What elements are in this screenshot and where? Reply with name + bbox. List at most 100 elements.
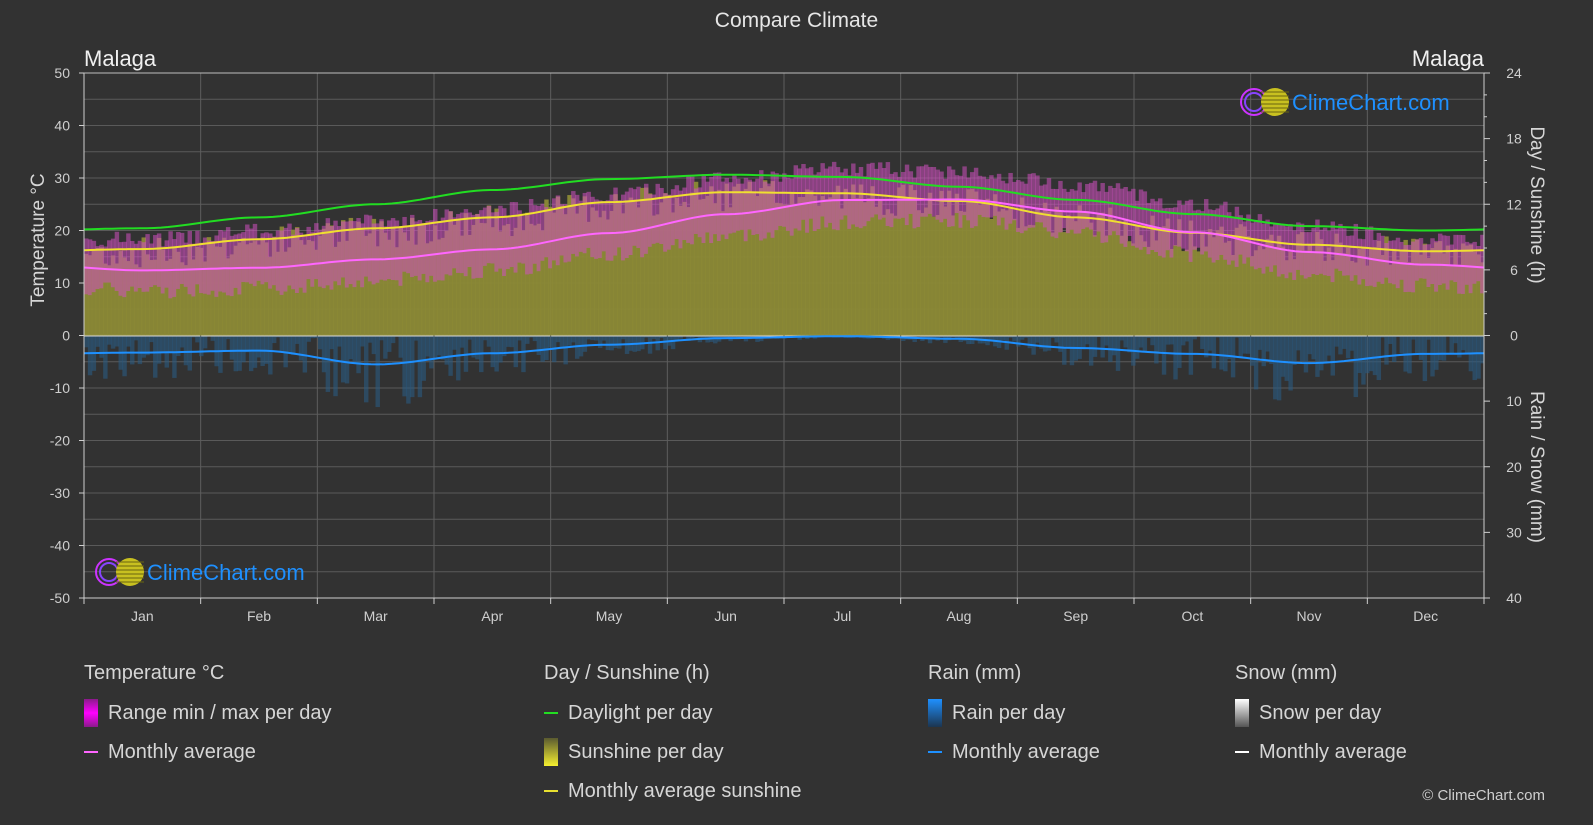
rain-bar <box>1384 336 1389 365</box>
sunshine-bar <box>1111 219 1117 336</box>
rain-bar <box>103 336 108 379</box>
temp-range-bar <box>716 172 722 242</box>
temp-range-bar <box>107 240 112 283</box>
temp-range-bar <box>1012 181 1017 221</box>
logo-text: ClimeChart.com <box>147 560 305 585</box>
sunshine-bar <box>1169 248 1174 336</box>
temp-range-bar <box>1399 241 1405 280</box>
temp-range-bar <box>187 230 192 295</box>
temp-range-bar <box>1227 212 1232 265</box>
sunshine-bar <box>1142 241 1148 336</box>
temp-range-bar <box>206 240 212 295</box>
rain-bar <box>609 336 614 351</box>
rain-bar <box>571 336 576 343</box>
temp-range-bar <box>513 202 519 273</box>
rain-bar <box>1134 336 1140 359</box>
temp-avg-line-icon <box>84 751 98 753</box>
temp-range-bar <box>425 220 430 283</box>
rain-bar <box>1050 336 1056 338</box>
rain-bar <box>1173 336 1178 380</box>
snow-avg-line-icon <box>1235 751 1249 753</box>
rain-bar <box>509 336 515 348</box>
y-right-top-axis-title: Day / Sunshine (h) <box>1526 126 1547 283</box>
temp-range-bar <box>881 168 887 218</box>
temp-range-bar <box>287 223 292 286</box>
x-tick-label: Jan <box>131 608 154 624</box>
rain-bar <box>1069 336 1075 366</box>
rain-bar <box>248 336 254 372</box>
rain-bar <box>1430 336 1435 377</box>
rain-bar <box>1200 336 1205 349</box>
sunshine-bar <box>1173 245 1178 336</box>
y-right-rain-tick-label: 10 <box>1506 393 1522 409</box>
rain-bar <box>594 336 599 341</box>
rain-bar <box>475 336 480 360</box>
temp-range-bar <box>494 211 499 272</box>
sunshine-bar <box>950 215 956 336</box>
temp-range-bar <box>402 216 407 272</box>
daylight-line-icon <box>544 712 558 714</box>
temp-range-bar <box>294 228 300 294</box>
rain-bar <box>1280 336 1286 377</box>
sunshine-bar <box>1012 218 1017 336</box>
sunshine-bar <box>1039 211 1044 336</box>
rain-bar <box>291 336 296 355</box>
sunshine-bar <box>931 216 937 336</box>
rain-bar <box>1361 336 1366 385</box>
temp-range-bar <box>1069 189 1075 230</box>
rain-bar <box>1085 336 1090 345</box>
sunshine-bar <box>1180 251 1186 336</box>
rain-bar <box>202 336 208 349</box>
rain-bar <box>590 336 595 341</box>
y-right-rain-tick-label: 30 <box>1506 524 1522 540</box>
rain-bar <box>1046 336 1052 351</box>
temp-range-bar <box>766 183 772 233</box>
temp-range-bar <box>1204 199 1209 252</box>
temp-range-bar <box>1096 191 1102 232</box>
temp-range-bar <box>950 169 956 227</box>
temp-range-bar <box>1219 205 1224 255</box>
rain-bar <box>364 336 369 403</box>
temp-range-bar <box>739 183 745 230</box>
rain-bar <box>1092 336 1098 357</box>
sunshine-bar <box>1092 235 1098 336</box>
rain-bar <box>1399 336 1405 354</box>
temp-range-bar <box>1296 222 1301 270</box>
temp-range-bar <box>1142 191 1148 248</box>
temp-range-bar <box>433 208 438 282</box>
rain-bar <box>410 336 415 398</box>
x-tick-label: Mar <box>364 608 388 624</box>
temp-range-bar <box>521 215 526 264</box>
temp-range-bar <box>444 209 449 275</box>
rain-bar <box>1234 336 1240 338</box>
temp-range-bar <box>724 177 729 240</box>
rain-bar <box>425 336 430 357</box>
temp-range-bar <box>954 175 960 214</box>
rain-bar <box>126 336 131 347</box>
temp-range-bar <box>256 238 262 281</box>
rain-bar <box>1460 336 1466 351</box>
temp-range-bar <box>133 243 139 292</box>
watermark-top-right: ClimeChart.com <box>1240 88 1450 116</box>
temp-range-bar <box>429 220 434 276</box>
rain-bar <box>1058 336 1063 352</box>
sunshine-bar <box>958 210 963 336</box>
rain-bar <box>651 336 657 339</box>
sunshine-bar <box>1184 249 1190 336</box>
rain-bar <box>1453 336 1458 344</box>
rain-bar <box>1065 336 1071 348</box>
temp-range-bar <box>329 226 334 290</box>
temp-range-bar <box>498 205 503 269</box>
temp-range-bar <box>1238 215 1243 255</box>
rain-bar <box>459 336 465 348</box>
rain-bar <box>329 336 334 350</box>
sunshine-bar <box>927 192 933 336</box>
rain-bar <box>114 336 120 347</box>
temp-range-bar <box>617 200 622 248</box>
temp-range-bar <box>279 230 285 295</box>
rain-bar <box>413 336 419 341</box>
y-right-tick-label: 18 <box>1506 131 1522 147</box>
temp-range-bar <box>1138 189 1144 250</box>
temp-range-bar <box>774 173 779 231</box>
temp-range-bar <box>1288 224 1293 273</box>
